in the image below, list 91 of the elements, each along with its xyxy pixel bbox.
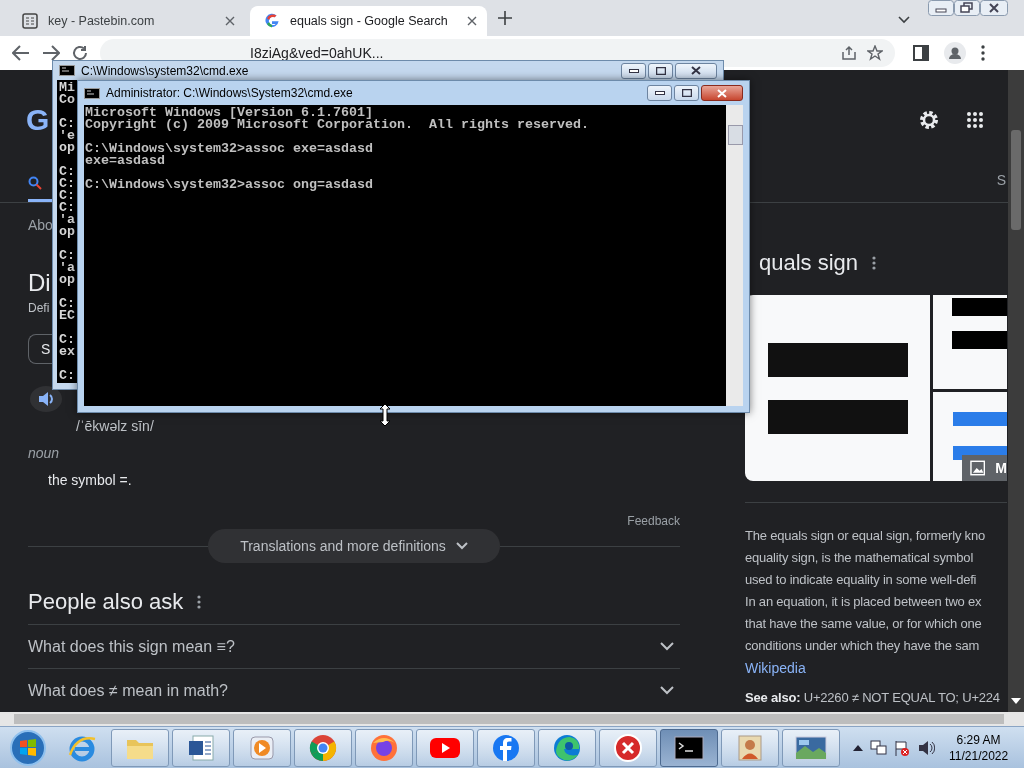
profile-icon[interactable] (944, 42, 966, 64)
reload-icon[interactable] (72, 45, 88, 61)
plus-icon[interactable] (498, 11, 512, 25)
maximize-button[interactable] (648, 62, 673, 79)
clock[interactable]: 6:29 AM 11/21/2022 (949, 731, 1009, 764)
scroll-down-icon[interactable] (1011, 698, 1021, 704)
flag-icon[interactable] (893, 738, 911, 757)
resize-cursor-icon (380, 404, 390, 426)
show-hidden-icons-icon[interactable] (853, 743, 863, 752)
section-subheading: Defi (28, 300, 50, 316)
close-icon[interactable] (980, 0, 1008, 17)
maximize-button[interactable] (674, 85, 699, 101)
volume-icon[interactable] (917, 738, 935, 757)
maximize-icon (655, 66, 666, 75)
definition: the symbol =. (47, 471, 132, 490)
restore-icon[interactable] (954, 0, 980, 17)
social-icon (491, 732, 521, 763)
search-icon[interactable] (28, 176, 42, 190)
console-icon (84, 87, 100, 99)
console-icon (59, 65, 75, 76)
minimize-icon (654, 91, 665, 95)
browser-tab[interactable]: equals sign - Google Search (250, 6, 487, 36)
windows-orb-icon (9, 728, 47, 767)
kebab-menu-icon[interactable] (197, 595, 202, 609)
result-stats: Abo (28, 216, 53, 235)
apps-grid-icon[interactable] (966, 111, 984, 129)
speaker-icon (38, 391, 54, 407)
close-icon (691, 66, 701, 75)
see-also-text: See also: U+2260 ≠ NOT EQUAL TO; U+224 (745, 689, 1000, 707)
close-icon[interactable] (467, 16, 477, 26)
terminal-icon (674, 735, 704, 760)
panel-title: quals sign (759, 250, 859, 276)
user-icon (737, 733, 763, 762)
chevron-down-icon (660, 642, 674, 651)
share-icon[interactable] (841, 45, 857, 61)
forward-arrow-icon[interactable] (42, 45, 60, 61)
close-icon[interactable] (225, 16, 235, 26)
star-icon[interactable] (867, 45, 883, 61)
question-row[interactable]: What does this sign mean ≡? (28, 624, 680, 668)
console-output: Mi Co C: 'e op C: C: C: C: 'a op C: 'a op C: EC C: ex C: (58, 80, 76, 382)
section-heading: People also ask (28, 589, 184, 615)
google-icon (264, 13, 280, 29)
back-arrow-icon[interactable] (12, 45, 30, 61)
section-heading: Di (28, 268, 51, 298)
photo-viewer-icon (795, 734, 827, 761)
speaker-button[interactable] (30, 386, 62, 412)
media-player-icon (248, 733, 276, 762)
settings-icon[interactable] (918, 109, 940, 131)
chevron-down-icon (660, 686, 674, 695)
chevron-down-icon (455, 542, 468, 550)
close-button[interactable] (675, 62, 717, 79)
feedback-link[interactable]: Feedback (627, 514, 680, 529)
error-icon (613, 732, 643, 763)
console-output: Microsoft Windows [Version 6.1.7601] Copyright (c) 2009 Microsoft Corporation. All rights reserved. C:\Windows\system32>assoc exe=asdasd exe=asdasd C:\Windows\system32>assoc ong=asdasd (84, 105, 590, 193)
window-title: Administrator: C:\Windows\System32\cmd.exe (106, 86, 354, 100)
pronunciation: /ˈēkwəlz sīn/ (75, 417, 154, 436)
document-icon (187, 733, 215, 762)
more-definitions-button[interactable]: Translations and more definitions (208, 529, 500, 563)
firefox-icon (369, 732, 399, 763)
network-icon[interactable] (869, 738, 887, 757)
image-icon (970, 460, 986, 476)
console-window[interactable] (77, 80, 750, 413)
part-of-speech: noun (28, 444, 60, 463)
google-logo[interactable]: G (26, 103, 50, 137)
edge-icon (552, 732, 582, 763)
horizontal-scrollbar[interactable] (0, 712, 1024, 726)
source-link[interactable]: Wikipedia (745, 657, 806, 679)
browser-tab[interactable]: key - Pastebin.com (8, 6, 245, 36)
video-play-icon (429, 735, 461, 760)
menu-icon[interactable] (981, 45, 985, 61)
taskbar-button[interactable] (172, 728, 230, 767)
sidebar-icon[interactable] (913, 45, 929, 61)
description-text: The equals sign or equal sign, formerly kno equality sign, is the mathematical symbol used to indicate equality in some well-defi In an equation, it is placed between two ex that have the same value, or for which one conditions under which they have the sam (745, 527, 986, 655)
chrome-icon (308, 732, 338, 763)
document-icon (22, 13, 38, 29)
scrollbar-thumb[interactable] (1011, 130, 1021, 230)
taskbar-button[interactable] (660, 728, 718, 767)
console-window-edge[interactable]: Mi Co C: 'e op C: C: C: C: 'a op C: 'a op C: EC C: ex C: (52, 80, 77, 390)
window-title-bar[interactable]: C:\Windows\system32\cmd.exe (52, 60, 724, 81)
images-button[interactable]: M (962, 455, 1007, 481)
close-button[interactable] (701, 85, 743, 101)
kebab-menu-icon[interactable] (872, 256, 877, 270)
maximize-icon (681, 89, 692, 97)
minimize-button[interactable] (621, 62, 646, 79)
minimize-button[interactable] (647, 85, 672, 101)
close-icon (717, 88, 727, 98)
vertical-scrollbar[interactable] (1008, 70, 1024, 712)
chevron-down-icon[interactable] (898, 16, 910, 24)
console-scrollbar[interactable] (726, 105, 743, 406)
minimize-icon (628, 68, 639, 73)
search-tab[interactable]: S (996, 172, 1006, 188)
